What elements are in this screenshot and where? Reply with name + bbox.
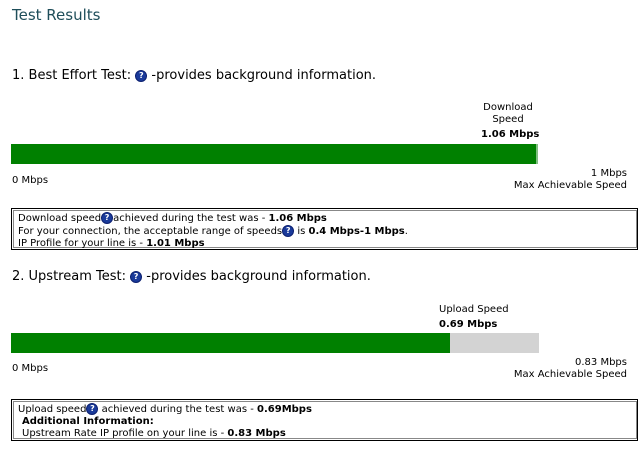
upload-info-line3: Upstream Rate IP profile on your line is…	[18, 428, 631, 440]
upstream-heading-suffix: -provides background information.	[142, 269, 371, 284]
download-info-line1-value: 1.06 Mbps	[268, 213, 327, 224]
download-info-line1-prefix: Download speed	[18, 213, 102, 224]
download-speed-label: Download Speed	[470, 102, 546, 126]
download-info-line1-middle: achieved during the test was -	[113, 213, 269, 224]
upload-info-line3-prefix: Upstream Rate IP profile on your line is…	[22, 428, 228, 439]
download-max-label: 1 Mbps Max Achievable Speed	[480, 168, 627, 192]
upload-info-line2: Additional Information:	[22, 416, 154, 427]
download-speed-label-line2: Speed	[492, 114, 524, 125]
download-info-line2-value: 0.4 Mbps-1 Mbps	[308, 226, 405, 237]
upload-info-line1-middle: achieved during the test was -	[98, 404, 258, 415]
page-title: Test Results	[12, 6, 101, 24]
best-effort-heading-suffix: -provides background information.	[147, 68, 377, 83]
upload-max-value: 0.83 Mbps	[575, 357, 627, 368]
download-info-line3-value: 1.01 Mbps	[146, 238, 205, 249]
best-effort-heading-label: 1. Best Effort Test:	[12, 68, 132, 83]
upload-speed-bar	[11, 333, 539, 353]
upload-info-line3-value: 0.83 Mbps	[227, 428, 286, 439]
download-info-line1: Download speed? achieved during the test …	[18, 212, 631, 225]
download-min-label: 0 Mbps	[12, 175, 49, 186]
upstream-heading-label: 2. Upstream Test:	[12, 269, 126, 284]
upstream-heading: 2. Upstream Test: ? -provides background…	[12, 269, 371, 284]
download-speed-bar-fill	[11, 144, 538, 164]
upload-min-label: 0 Mbps	[12, 363, 49, 374]
info-icon[interactable]: ?	[101, 212, 114, 224]
download-max-caption: Max Achievable Speed	[513, 180, 627, 191]
info-icon[interactable]: ?	[135, 70, 148, 82]
upload-speed-bar-fill	[11, 333, 450, 353]
download-info-box: Download speed? achieved during the test …	[11, 208, 638, 250]
info-icon[interactable]: ?	[282, 225, 295, 237]
download-speed-bar	[11, 144, 538, 164]
upload-speed-value: 0.69 Mbps	[439, 319, 498, 330]
download-info-line3: IP Profile for your line is - 1.01 Mbps	[18, 238, 631, 250]
download-info-line2: For your connection, the acceptable rang…	[18, 225, 631, 238]
download-info-line2-middle: is	[294, 226, 309, 237]
upload-info-line1: Upload speed? achieved during the test w…	[18, 403, 631, 416]
info-icon[interactable]: ?	[130, 271, 143, 283]
download-max-value: 1 Mbps	[590, 168, 627, 179]
download-info-line2-suffix: .	[404, 226, 408, 237]
download-info-line3-prefix: IP Profile for your line is -	[18, 238, 147, 249]
upload-max-label: 0.83 Mbps Max Achievable Speed	[480, 357, 627, 381]
download-info-line2-prefix: For your connection, the acceptable rang…	[18, 226, 283, 237]
best-effort-heading: 1. Best Effort Test: ? -provides backgro…	[12, 68, 376, 83]
upload-info-line1-prefix: Upload speed	[18, 404, 87, 415]
info-icon[interactable]: ?	[86, 403, 99, 415]
download-speed-value: 1.06 Mbps	[481, 129, 540, 140]
upload-speed-label: Upload Speed	[439, 304, 509, 315]
upload-info-box: Upload speed? achieved during the test w…	[11, 399, 638, 441]
upload-max-caption: Max Achievable Speed	[513, 369, 627, 380]
download-speed-label-line1: Download	[483, 102, 533, 113]
upload-info-line1-value: 0.69Mbps	[257, 404, 312, 415]
